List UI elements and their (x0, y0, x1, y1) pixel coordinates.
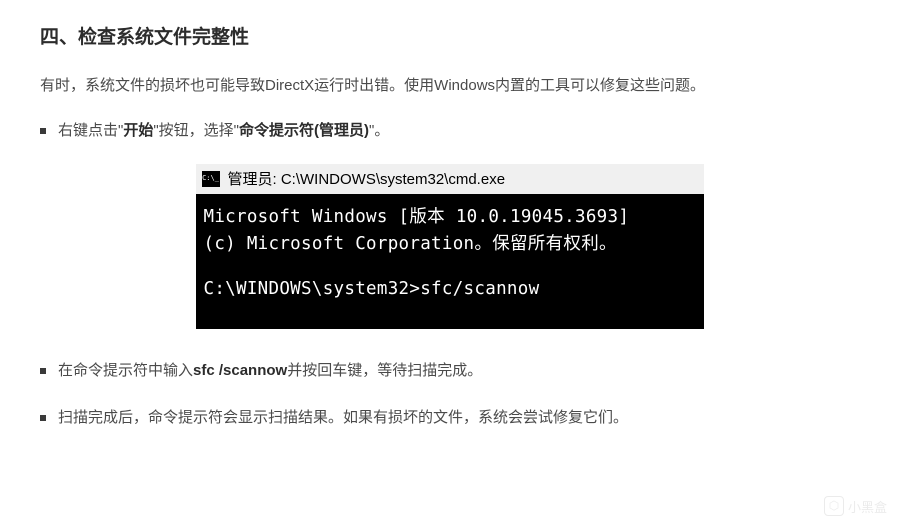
text-segment: 并按回车键，等待扫描完成。 (287, 362, 482, 379)
instruction-list-continued: 在命令提示符中输入sfc /scannow并按回车键，等待扫描完成。 扫描完成后… (40, 357, 859, 431)
cmd-command-line: C:\WINDOWS\system32>sfc/scannow (204, 276, 694, 303)
text-segment: 在命令提示符中输入 (58, 362, 193, 379)
watermark-text: 小黑盒 (848, 497, 887, 516)
cmd-title-text: 管理员: C:\WINDOWS\system32\cmd.exe (228, 168, 506, 189)
list-item: 在命令提示符中输入sfc /scannow并按回车键，等待扫描完成。 (40, 357, 859, 384)
text-segment: 右键点击" (58, 122, 123, 139)
bold-text: sfc /scannow (193, 362, 287, 379)
cmd-blank-line (204, 258, 694, 276)
bold-text: 命令提示符(管理员) (239, 122, 369, 139)
list-item: 右键点击"开始"按钮，选择"命令提示符(管理员)"。 (40, 117, 859, 144)
section-heading: 四、检查系统文件完整性 (40, 22, 859, 49)
intro-paragraph: 有时，系统文件的损坏也可能导致DirectX运行时出错。使用Windows内置的… (40, 73, 859, 99)
cmd-output-line: Microsoft Windows [版本 10.0.19045.3693] (204, 204, 694, 231)
bold-text: 开始 (123, 122, 153, 139)
cmd-body: Microsoft Windows [版本 10.0.19045.3693] (… (196, 194, 704, 329)
instruction-list: 右键点击"开始"按钮，选择"命令提示符(管理员)"。 (40, 117, 859, 144)
watermark: 小黑盒 (824, 496, 887, 516)
text-segment: "按钮，选择" (153, 122, 239, 139)
cmd-window-wrapper: 管理员: C:\WINDOWS\system32\cmd.exe Microso… (40, 164, 859, 329)
watermark-icon (824, 496, 844, 516)
cmd-output-line: (c) Microsoft Corporation。保留所有权利。 (204, 231, 694, 258)
cmd-prompt-icon (202, 171, 220, 187)
cmd-titlebar: 管理员: C:\WINDOWS\system32\cmd.exe (196, 164, 704, 194)
text-segment: "。 (369, 122, 389, 139)
list-item: 扫描完成后，命令提示符会显示扫描结果。如果有损坏的文件，系统会尝试修复它们。 (40, 404, 859, 431)
cmd-window: 管理员: C:\WINDOWS\system32\cmd.exe Microso… (196, 164, 704, 329)
